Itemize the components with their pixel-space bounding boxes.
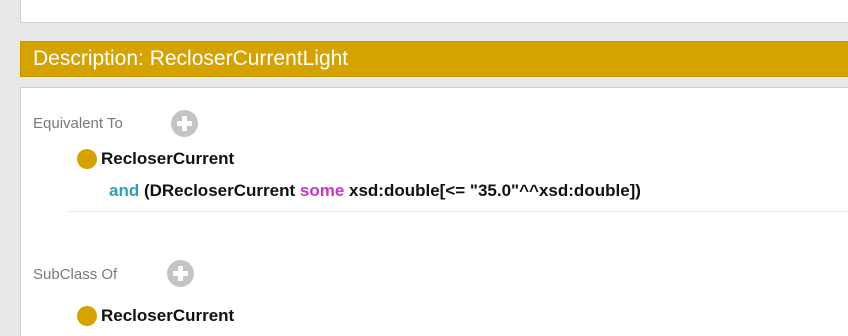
and-keyword: and — [109, 181, 140, 200]
class-expression[interactable]: and (DRecloserCurrent some xsd:double[<=… — [109, 181, 641, 201]
some-keyword: some — [299, 181, 345, 200]
subclass-of-label: SubClass Of — [33, 266, 118, 283]
description-panel: Equivalent To RecloserCurrent and (DRecl… — [20, 87, 848, 336]
property-name: DRecloserCurrent — [149, 181, 296, 200]
description-header: Description: RecloserCurrentLight — [20, 41, 848, 77]
equivalent-to-label: Equivalent To — [33, 115, 123, 132]
subclass-class-name[interactable]: RecloserCurrent — [101, 306, 234, 326]
open-paren: ( — [139, 181, 150, 200]
divider — [69, 211, 848, 212]
add-equivalent-to-icon[interactable] — [171, 110, 198, 137]
equivalent-class-name[interactable]: RecloserCurrent — [101, 149, 234, 169]
datatype-restriction: xsd:double[<= "35.0"^^xsd:double]) — [344, 181, 641, 200]
class-dot-icon — [77, 306, 97, 326]
ontology-editor-view: Description: RecloserCurrentLight Equiva… — [0, 0, 848, 336]
description-title: Description: RecloserCurrentLight — [33, 47, 349, 70]
class-dot-icon — [77, 149, 97, 169]
top-panel — [20, 0, 848, 23]
add-subclass-of-icon[interactable] — [167, 260, 194, 287]
